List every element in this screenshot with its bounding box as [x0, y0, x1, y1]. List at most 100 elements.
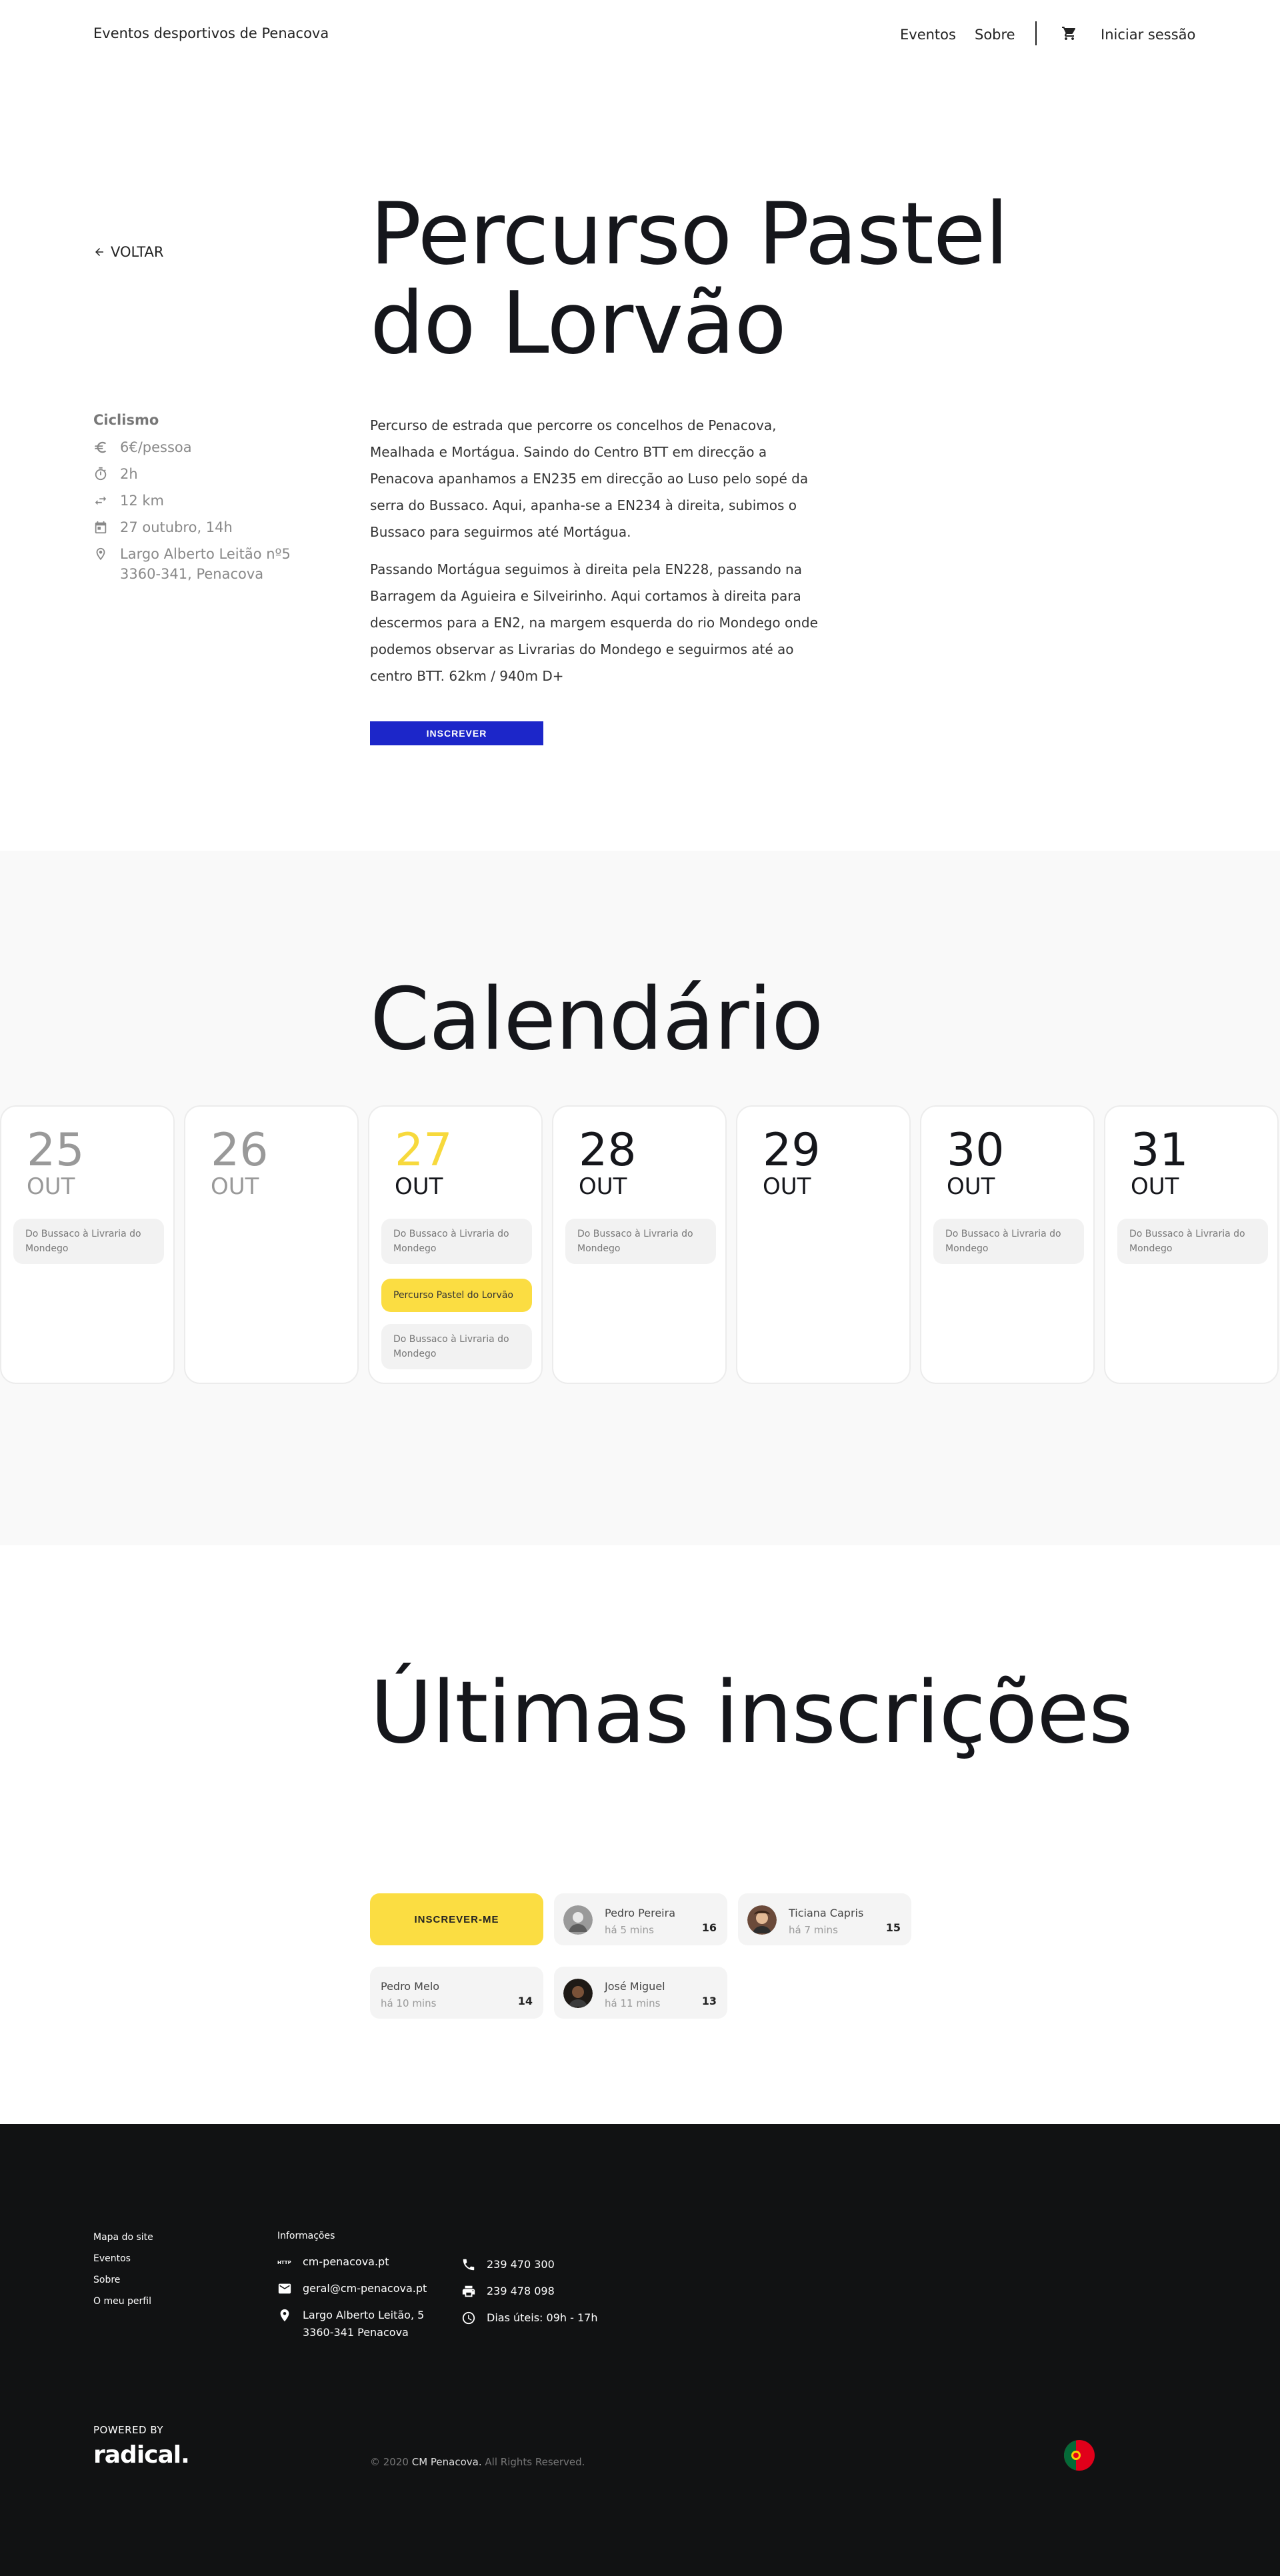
day-month: OUT [579, 1173, 627, 1200]
calendar-event[interactable]: Do Bussaco à Livraria do Mondego [1117, 1219, 1268, 1264]
fax-info: 239 478 098 [461, 2283, 555, 2300]
phone-text: 239 470 300 [487, 2258, 555, 2271]
description-paragraph: Percurso de estrada que percorre os conc… [370, 417, 809, 540]
calendar-day[interactable]: 31 OUT Do Bussaco à Livraria do Mondego [1104, 1105, 1279, 1384]
email-info[interactable]: geral@cm-penacova.pt [277, 2280, 427, 2297]
event-title-line1: Percurso Pastel [370, 185, 1009, 284]
location-pin-icon [280, 2309, 289, 2322]
day-number: 30 [947, 1124, 1005, 1177]
header: Eventos desportivos de Penacova Eventos … [0, 0, 1280, 69]
back-link[interactable]: VOLTAR [93, 244, 164, 260]
day-month: OUT [1131, 1173, 1179, 1200]
copyright: © 2020 CM Penacova. All Rights Reserved. [370, 2456, 585, 2468]
swap-arrows-icon [95, 496, 107, 505]
event-address-line2: 3360-341, Penacova [120, 566, 264, 582]
site-title[interactable]: Eventos desportivos de Penacova [93, 25, 329, 41]
join-button[interactable]: INSCREVER-ME [370, 1893, 543, 1945]
signup-count: 16 [701, 1921, 717, 1934]
brand-logo[interactable]: radical. [93, 2441, 190, 2469]
calendar-event[interactable]: Do Bussaco à Livraria do Mondego [933, 1219, 1084, 1264]
day-month: OUT [763, 1173, 811, 1200]
event-category: Ciclismo [93, 412, 159, 428]
distance-row: 12 km [93, 491, 320, 511]
calendar-event[interactable]: Do Bussaco à Livraria do Mondego [381, 1219, 532, 1264]
calendar-event-current[interactable]: Percurso Pastel do Lorvão [381, 1279, 532, 1312]
address-row: Largo Alberto Leitão nº5 3360-341, Penac… [93, 544, 320, 584]
hours-info: Dias úteis: 09h - 17h [461, 2309, 597, 2327]
cart-icon[interactable] [1061, 25, 1077, 41]
back-label: VOLTAR [111, 244, 164, 260]
signup-time: há 5 mins [605, 1924, 654, 1936]
sitemap-title: Mapa do site [93, 2232, 153, 2243]
event-distance: 12 km [120, 493, 165, 509]
clock-icon [462, 2311, 475, 2325]
calendar-day[interactable]: 26 OUT [184, 1105, 359, 1384]
footer-link-about[interactable]: Sobre [93, 2275, 120, 2285]
day-number: 28 [579, 1124, 637, 1177]
avatar [747, 1905, 777, 1935]
nav-about-link[interactable]: Sobre [975, 27, 1015, 43]
event-duration: 2h [120, 466, 138, 482]
arrow-left-icon [95, 248, 103, 256]
signup-count: 13 [701, 1995, 717, 2007]
day-month: OUT [27, 1173, 75, 1200]
fax-text: 239 478 098 [487, 2285, 555, 2297]
calendar-event[interactable]: Do Bussaco à Livraria do Mondego [565, 1219, 716, 1264]
phone-info[interactable]: 239 470 300 [461, 2256, 555, 2273]
http-icon: HTTP [277, 2260, 291, 2265]
signup-time: há 11 mins [605, 1997, 661, 2009]
calendar-day[interactable]: 29 OUT [736, 1105, 911, 1384]
svg-text:HTTP: HTTP [277, 2260, 291, 2265]
printer-icon [462, 2285, 475, 2297]
calendar-day[interactable]: 30 OUT Do Bussaco à Livraria do Mondego [920, 1105, 1095, 1384]
footer-link-profile[interactable]: O meu perfil [93, 2296, 151, 2307]
event-description: Percurso de estrada que percorre os conc… [370, 412, 823, 700]
phone-icon [463, 2259, 475, 2271]
calendar-event[interactable]: Do Bussaco à Livraria do Mondego [13, 1219, 164, 1264]
portugal-flag-icon[interactable] [1064, 2440, 1095, 2471]
signup-card: Pedro Melo há 10 mins 14 [370, 1967, 543, 2019]
day-number: 26 [211, 1124, 269, 1177]
website-info[interactable]: HTTP cm-penacova.pt [277, 2253, 389, 2271]
day-number: 29 [763, 1124, 821, 1177]
powered-by-label: POWERED BY [93, 2424, 164, 2436]
signup-time: há 10 mins [381, 1997, 437, 2009]
calendar-title: Calendário [370, 970, 823, 1069]
address-info: Largo Alberto Leitão, 5 3360-341 Penacov… [277, 2307, 424, 2341]
address-line1: Largo Alberto Leitão, 5 [303, 2309, 425, 2321]
footer-link-events[interactable]: Eventos [93, 2253, 131, 2264]
event-title: Percurso Pastel do Lorvão [370, 190, 1103, 369]
login-link[interactable]: Iniciar sessão [1101, 27, 1195, 43]
hours-text: Dias úteis: 09h - 17h [487, 2311, 598, 2324]
calendar-day[interactable]: 28 OUT Do Bussaco à Livraria do Mondego [552, 1105, 727, 1384]
mail-icon [278, 2283, 291, 2294]
event-date: 27 outubro, 14h [120, 519, 233, 535]
signup-time: há 7 mins [789, 1924, 838, 1936]
event-price: 6€/pessoa [120, 439, 192, 455]
nav-events-link[interactable]: Eventos [900, 27, 956, 43]
signup-name: Pedro Pereira [605, 1907, 675, 1919]
day-number: 25 [27, 1124, 85, 1177]
latest-signups-title: Últimas inscrições [370, 1663, 1133, 1763]
email-text: geral@cm-penacova.pt [303, 2282, 427, 2295]
event-address: Largo Alberto Leitão nº5 3360-341, Penac… [120, 544, 291, 584]
copyright-org-link[interactable]: CM Penacova. [412, 2456, 482, 2468]
price-row: 6€/pessoa [93, 437, 320, 457]
calendar-day-today[interactable]: 27 OUT Do Bussaco à Livraria do Mondego … [368, 1105, 543, 1384]
footer [0, 2124, 1280, 2576]
location-pin-icon [96, 547, 105, 561]
info-title: Informações [277, 2231, 335, 2241]
calendar-event[interactable]: Do Bussaco à Livraria do Mondego [381, 1324, 532, 1369]
address-text: Largo Alberto Leitão, 5 3360-341 Penacov… [303, 2307, 424, 2341]
event-address-line1: Largo Alberto Leitão nº5 [120, 546, 291, 562]
nav-divider [1035, 21, 1037, 45]
signup-name: Pedro Melo [381, 1980, 440, 1993]
event-meta: Ciclismo 6€/pessoa 2h 12 km 27 outubro, … [93, 412, 320, 591]
address-line2: 3360-341 Penacova [303, 2326, 409, 2339]
day-month: OUT [395, 1173, 443, 1200]
avatar [563, 1979, 593, 2008]
avatar [563, 1905, 593, 1935]
calendar-day[interactable]: 25 OUT Do Bussaco à Livraria do Mondego [0, 1105, 175, 1384]
signup-button[interactable]: INSCREVER [370, 721, 543, 745]
duration-row: 2h [93, 464, 320, 484]
